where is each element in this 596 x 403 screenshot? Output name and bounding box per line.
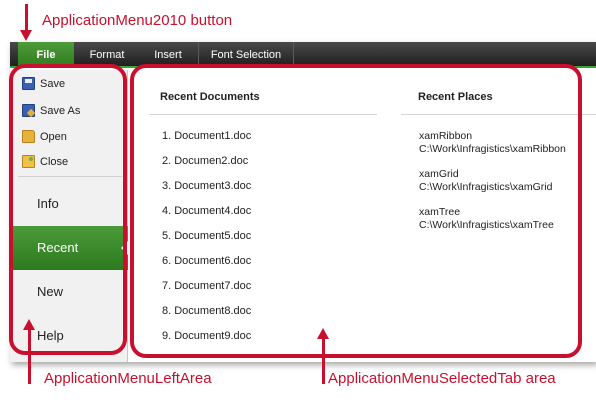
annotation-selected-tab-area: ApplicationMenuSelectedTab area: [328, 370, 556, 387]
annotation-left-area: ApplicationMenuLeftArea: [44, 370, 212, 387]
annotation-arrow-up-icon: [317, 328, 329, 384]
annotation-arrow-up-icon: [23, 319, 35, 384]
selected-tab-area-highlight-frame: [130, 64, 582, 358]
annotation-arrow-down-icon: [20, 4, 32, 41]
left-area-highlight-frame: [9, 64, 127, 355]
annotation-application-menu-button: ApplicationMenu2010 button: [42, 12, 233, 29]
